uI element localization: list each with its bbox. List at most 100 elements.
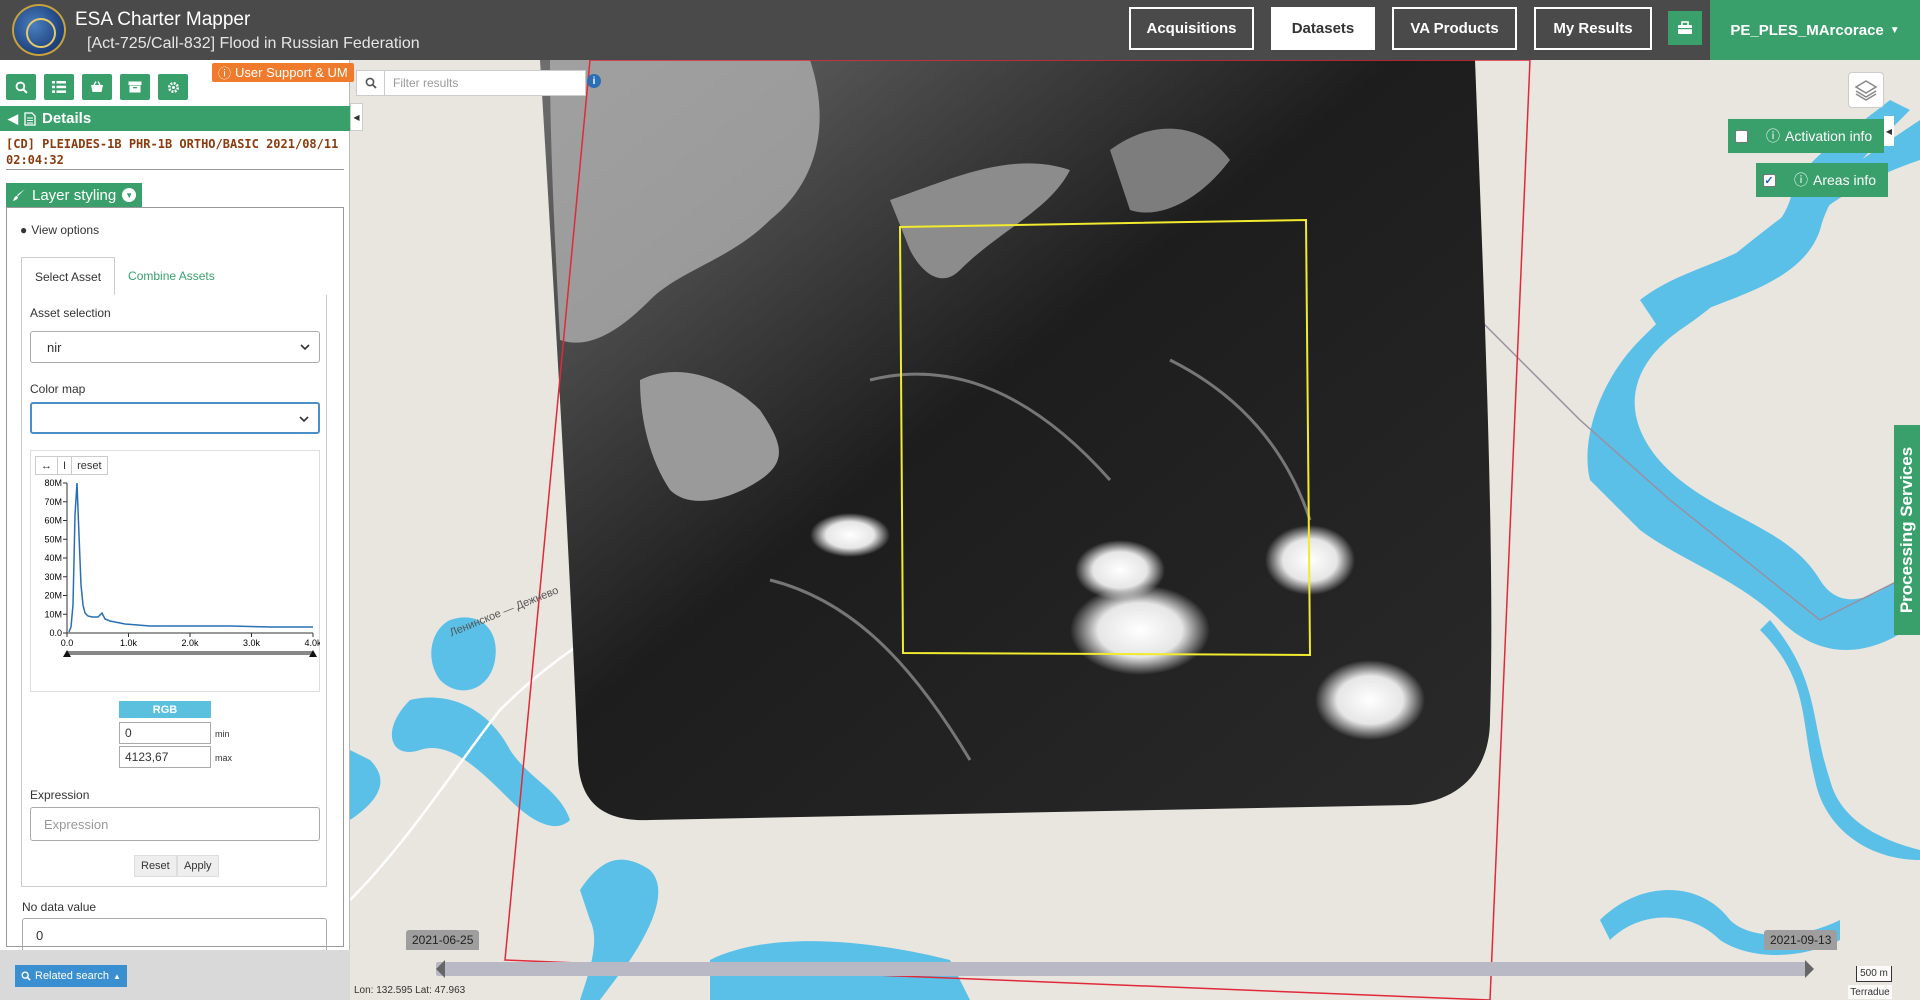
search-icon <box>21 971 31 981</box>
activation-info-checkbox-wrap[interactable] <box>1728 119 1754 153</box>
search-tool-button[interactable] <box>6 74 36 100</box>
asset-select[interactable]: nir <box>30 331 320 363</box>
histogram-y-tick: 30M <box>44 572 62 582</box>
areas-info-checkbox[interactable]: ✓ <box>1762 173 1776 187</box>
cloud-5 <box>1315 660 1425 740</box>
caret-left-icon: ◀ <box>1885 126 1893 136</box>
river-left-edge <box>350 750 381 820</box>
nav-my-results[interactable]: My Results <box>1534 7 1652 50</box>
user-name: PE_PLES_MArcorace <box>1730 21 1884 39</box>
histogram-y-tick: 70M <box>44 497 62 507</box>
top-bar: ESA Charter Mapper [Act-725/Call-832] Fl… <box>0 0 1920 60</box>
reset-button[interactable]: Reset <box>134 855 177 877</box>
activation-info-checkbox[interactable] <box>1734 129 1748 143</box>
histogram-y-tick: 80M <box>44 478 62 488</box>
timeline-start-handle[interactable] <box>436 960 445 978</box>
search-icon[interactable] <box>357 71 385 95</box>
timeline-end-handle[interactable] <box>1805 960 1814 978</box>
activation-info-row: ⓘ Activation info <box>1728 119 1885 153</box>
nav-va-products[interactable]: VA Products <box>1392 7 1517 50</box>
histogram-horizontal-button[interactable]: ↔ <box>36 457 58 474</box>
histogram-range-track[interactable] <box>67 651 313 655</box>
rgb-badge: RGB <box>119 701 211 718</box>
river-west-lower <box>391 697 570 827</box>
list-tool-button[interactable] <box>44 74 74 100</box>
document-icon <box>24 111 36 126</box>
histogram-y-tick: 0.0 <box>49 628 62 638</box>
areas-info-checkbox-wrap[interactable]: ✓ <box>1756 163 1782 197</box>
histogram-y-axis: 80M 70M 60M 50M 40M 30M 20M 10M 0.0 <box>44 478 67 638</box>
view-options-toggle[interactable]: ● View options <box>20 223 99 237</box>
briefcase-button[interactable] <box>1668 11 1702 45</box>
color-map-select[interactable] <box>30 402 320 434</box>
user-menu[interactable]: PE_PLES_MArcorace ▼ <box>1710 0 1920 60</box>
divider <box>6 169 344 170</box>
panel-collapse-button[interactable]: ◀ <box>350 103 363 131</box>
gear-icon <box>167 81 179 93</box>
tab-combine-assets[interactable]: Combine Assets <box>115 257 228 295</box>
caret-down-icon: ▼ <box>1889 24 1900 36</box>
layers-icon <box>1854 80 1878 101</box>
right-collapse-arrow[interactable]: ◀ <box>1884 116 1894 146</box>
histogram-chart[interactable]: 80M 70M 60M 50M 40M 30M 20M 10M 0.0 0.0 1.0k 2.0k 3… <box>30 475 320 665</box>
tab-select-asset[interactable]: Select Asset <box>21 257 116 295</box>
app-title: ESA Charter Mapper <box>75 9 251 30</box>
histogram-x-tick: 1.0k <box>120 638 138 648</box>
list-icon <box>52 81 66 93</box>
min-input[interactable]: 0 <box>119 722 211 744</box>
caret-up-icon: ▲ <box>113 971 121 981</box>
histogram-x-tick: 4.0k <box>304 638 320 648</box>
details-bar[interactable]: ◀ Details <box>0 106 350 131</box>
info-icon[interactable]: i <box>587 74 601 88</box>
expression-input[interactable]: Expression <box>30 807 320 841</box>
basket-tool-button[interactable] <box>82 74 112 100</box>
histogram-vertical-button[interactable]: I <box>58 457 73 474</box>
layer-styling-header[interactable]: Layer styling ▼ <box>6 183 143 207</box>
expression-label: Expression <box>30 788 90 802</box>
timeline-end-date: 2021-09-13 <box>1764 930 1838 950</box>
timeline-track[interactable] <box>436 962 1806 976</box>
panel-toolbar <box>6 74 188 100</box>
asset-tabs: Select Asset Combine Assets <box>21 257 228 295</box>
cloud-3 <box>810 513 890 557</box>
nodata-input[interactable]: 0 <box>22 918 327 952</box>
activation-info-button[interactable]: ⓘ Activation info <box>1754 119 1885 153</box>
related-search-button[interactable]: Related search ▲ <box>15 965 127 987</box>
layers-button[interactable] <box>1848 72 1884 108</box>
min-label: min <box>215 729 230 739</box>
histogram-y-tick: 20M <box>44 591 62 601</box>
histogram-x-tick: 3.0k <box>243 638 261 648</box>
max-input[interactable]: 4123,67 <box>119 746 211 768</box>
map-graphics <box>350 60 1920 1000</box>
timeline-start-date: 2021-06-25 <box>406 930 480 950</box>
product-title: [CD] PLEIADES-1B PHR-1B ORTHO/BASIC 2021… <box>6 137 339 167</box>
nav-datasets[interactable]: Datasets <box>1271 7 1375 50</box>
nodata-label: No data value <box>22 900 97 914</box>
nav-acquisitions[interactable]: Acquisitions <box>1129 7 1254 50</box>
map-canvas[interactable]: Ленинское — Дежнево <box>350 60 1920 1000</box>
info-circle-icon: ⓘ <box>1794 172 1808 188</box>
histogram-reset-button[interactable]: reset <box>72 457 106 474</box>
river-east-lower <box>1760 620 1920 860</box>
histogram-x-tick: 0.0 <box>61 638 74 648</box>
caret-left-icon: ◀ <box>8 110 18 126</box>
cloud-1 <box>1070 585 1210 675</box>
archive-tool-button[interactable] <box>120 74 150 100</box>
briefcase-icon <box>1678 21 1692 34</box>
apply-button[interactable]: Apply <box>177 855 219 877</box>
histogram-x-axis: 0.0 1.0k 2.0k 3.0k 4.0k <box>61 633 320 648</box>
filter-results-input[interactable]: Filter results <box>385 76 458 90</box>
info-circle-icon: ⓘ <box>1766 128 1780 144</box>
settings-tool-button[interactable] <box>158 74 188 100</box>
layer-styling-label: Layer styling <box>32 186 117 204</box>
activation-subtitle: [Act-725/Call-832] Flood in Russian Fede… <box>87 35 420 52</box>
info-circle-icon: ⓘ <box>218 66 232 81</box>
user-support-button[interactable]: ⓘ User Support & UM <box>212 63 354 82</box>
areas-info-button[interactable]: ⓘ Areas info <box>1782 163 1889 197</box>
processing-services-tab[interactable]: Processing Services <box>1894 425 1920 635</box>
cursor-coordinates: Lon: 132.595 Lat: 47.963 <box>354 985 466 996</box>
details-label: Details <box>42 110 92 127</box>
filter-results-box[interactable]: Filter results <box>356 70 586 96</box>
histogram-curve <box>68 482 313 633</box>
chevron-down-icon: ▼ <box>122 188 137 202</box>
